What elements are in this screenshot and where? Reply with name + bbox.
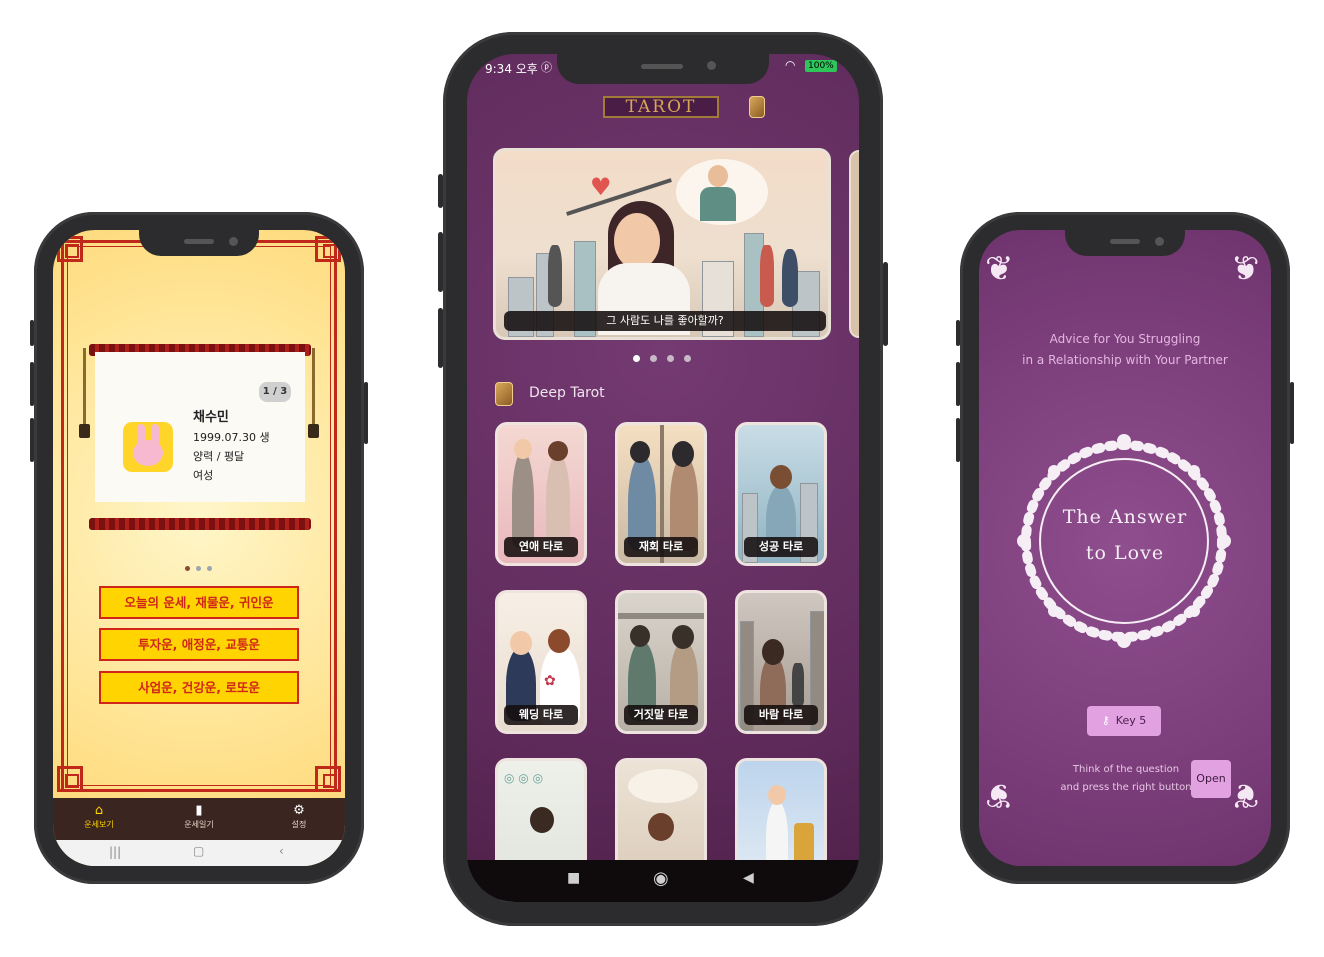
app-status-icon: ⓟ [541, 61, 552, 74]
back-icon[interactable]: ‹ [279, 844, 284, 858]
scroll-bottom-rod [89, 518, 311, 530]
profile-calendar: 양력 / 평달 [193, 450, 245, 463]
key-label: Key 5 [1115, 714, 1147, 727]
tarot-card-icon[interactable] [749, 96, 765, 118]
key-button[interactable]: ⚷ Key 5 [1087, 706, 1161, 736]
rabbit-avatar-icon [123, 422, 173, 472]
notch [557, 54, 769, 84]
featured-banner[interactable]: ♥ 그 사람도 나를 좋아할까? [493, 148, 831, 340]
card-label: 거짓말 타로 [624, 705, 698, 725]
tarot-screen: 9:34 오후 ⓟ ◠ 100% TAROT ♥ 그 사람도 나를 좋아할까? [467, 54, 859, 902]
heart-icon: ♥ [590, 173, 612, 201]
tarot-card-success[interactable]: 성공 타로 [735, 422, 827, 566]
corner-ornament-icon: ❦ [1231, 775, 1260, 815]
phone-fortune-app: 1 / 3 채수민 1999.07.30 생 양력 / 평달 여성 오늘의 운세… [30, 212, 368, 884]
tarot-card-reunion[interactable]: 재회 타로 [615, 422, 707, 566]
banner-caption: 그 사람도 나를 좋아할까? [504, 311, 826, 331]
decorative-frame-inner [67, 246, 331, 786]
nav-item-settings[interactable]: ⚙ 설정 [259, 803, 339, 830]
card-label: 재회 타로 [624, 537, 698, 557]
tarot-card-affair[interactable]: 바람 타로 [735, 590, 827, 734]
battery-icon: 100% [805, 60, 837, 72]
status-time: 9:34 오후 [485, 62, 538, 76]
corner-knot-icon [315, 236, 341, 262]
corner-ornament-icon: ❦ [985, 775, 1014, 815]
carousel-dots[interactable] [185, 566, 212, 571]
nav-label: 운세보기 [84, 820, 114, 829]
fortune-button-business[interactable]: 사업운, 건강운, 로또운 [99, 671, 299, 704]
subtitle-line1: Advice for You Struggling [1049, 332, 1201, 346]
title-line1: The Answer [1062, 506, 1188, 528]
tassel-icon [308, 348, 319, 438]
card-label: 웨딩 타로 [504, 705, 578, 725]
tassel-icon [79, 348, 90, 438]
phone-answer-app: ❦ ❦ ❦ ❦ Advice for You Struggling in a R… [956, 212, 1294, 884]
system-nav-bar: ||| ▢ ‹ [53, 840, 345, 866]
key-icon: ⚷ [1101, 714, 1110, 727]
nav-label: 설정 [291, 820, 307, 829]
fortune-button-investment[interactable]: 투자운, 애정운, 교통운 [99, 628, 299, 661]
tarot-card-wedding[interactable]: ✿ 웨딩 타로 [495, 590, 587, 734]
nav-item-diary[interactable]: ▮ 운세일기 [159, 803, 239, 830]
back-icon[interactable]: ◀ [743, 870, 754, 886]
corner-ornament-icon: ❦ [1231, 249, 1260, 289]
tarot-card-lie[interactable]: 거짓말 타로 [615, 590, 707, 734]
fortune-button-today[interactable]: 오늘의 운세, 재물운, 귀인운 [99, 586, 299, 619]
system-nav-bar: ■ ◉ ◀ [467, 860, 859, 902]
home-system-icon[interactable]: ◉ [653, 868, 669, 889]
deck-icon [495, 382, 513, 406]
banner-carousel-dots[interactable] [633, 355, 691, 362]
nav-label: 운세일기 [184, 820, 214, 829]
answer-screen: ❦ ❦ ❦ ❦ Advice for You Struggling in a R… [979, 230, 1271, 866]
floral-wreath-icon [1017, 434, 1231, 648]
card-label: 바람 타로 [744, 705, 818, 725]
corner-knot-icon [315, 766, 341, 792]
corner-knot-icon [57, 236, 83, 262]
recent-apps-icon[interactable]: ■ [567, 870, 580, 886]
notch [139, 230, 259, 256]
fortune-screen: 1 / 3 채수민 1999.07.30 생 양력 / 평달 여성 오늘의 운세… [53, 230, 345, 866]
profile-gender: 여성 [193, 469, 214, 482]
bottom-nav: ⌂ 운세보기 ▮ 운세일기 ⚙ 설정 [53, 798, 345, 840]
subtitle-line2: in a Relationship with Your Partner [1022, 353, 1228, 367]
corner-knot-icon [57, 766, 83, 792]
page-indicator-badge: 1 / 3 [259, 382, 291, 402]
nav-item-fortune[interactable]: ⌂ 운세보기 [59, 803, 139, 830]
recent-apps-icon[interactable]: ||| [109, 845, 121, 859]
corner-ornament-icon: ❦ [985, 249, 1014, 289]
next-banner-peek[interactable] [849, 150, 859, 338]
profile-name: 채수민 [193, 410, 229, 425]
section-title: Deep Tarot [529, 385, 605, 401]
instruction-line1: Think of the question [1072, 764, 1180, 775]
open-button[interactable]: Open [1191, 760, 1231, 798]
tarot-card-love[interactable]: 연애 타로 [495, 422, 587, 566]
diary-icon: ▮ [195, 803, 203, 818]
title-line2: to Love [1085, 542, 1165, 564]
instruction-line2: and press the right button [1060, 782, 1192, 793]
home-icon: ⌂ [94, 803, 104, 818]
gear-icon: ⚙ [293, 803, 305, 818]
notch [1065, 230, 1185, 256]
home-system-icon[interactable]: ▢ [193, 844, 204, 858]
phone-tarot-app: 9:34 오후 ⓟ ◠ 100% TAROT ♥ 그 사람도 나를 좋아할까? [438, 32, 888, 926]
card-label: 성공 타로 [744, 537, 818, 557]
card-label: 연애 타로 [504, 537, 578, 557]
profile-birth: 1999.07.30 생 [193, 431, 270, 444]
wifi-icon: ◠ [785, 58, 796, 72]
app-title: TAROT [603, 96, 719, 118]
